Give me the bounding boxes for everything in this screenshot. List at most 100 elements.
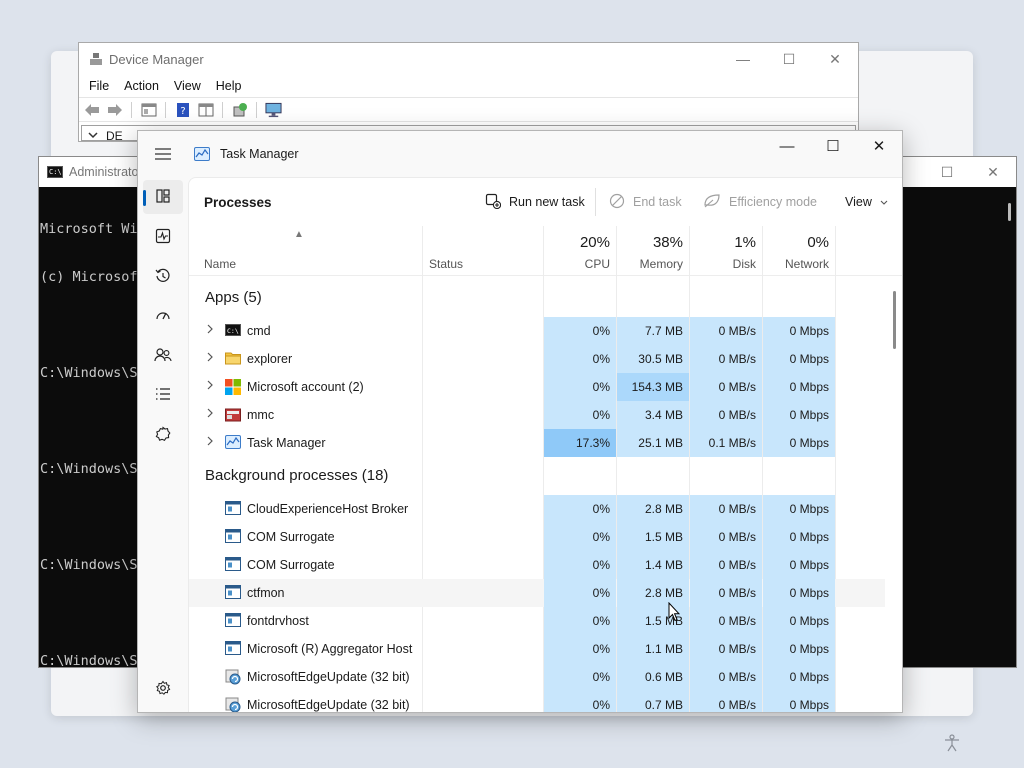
table-row[interactable]: COM Surrogate 0% 1.4 MB 0 MB/s 0 Mbps (189, 551, 885, 579)
column-cpu-label: CPU (584, 257, 610, 271)
chevron-right-icon[interactable] (206, 407, 214, 422)
column-status[interactable]: Status (422, 226, 542, 276)
show-hide-pane-icon[interactable] (197, 102, 214, 118)
tree-root-node[interactable]: DE (88, 129, 123, 143)
process-name: COM Surrogate (247, 558, 335, 572)
tm-maximize-button[interactable]: ☐ (810, 131, 856, 161)
task-manager-icon (194, 147, 210, 161)
menu-help[interactable]: Help (216, 79, 242, 93)
device-manager-window[interactable]: Device Manager — ☐ ✕ File Action View He… (78, 42, 859, 143)
table-row[interactable]: MicrosoftEdgeUpdate (32 bit) 0% 0.6 MB 0 MB… (189, 663, 885, 691)
table-row[interactable]: mmc 0% 3.4 MB 0 MB/s 0 Mbps (189, 401, 885, 429)
table-row[interactable]: fontdrvhost 0% 1.5 MB 0 MB/s 0 Mbps (189, 607, 885, 635)
process-name: cmd (247, 324, 271, 338)
vertical-scrollbar[interactable] (893, 291, 896, 349)
table-row[interactable]: CloudExperienceHost Broker 0% 2.8 MB 0 MB/s… (189, 495, 885, 523)
menu-view[interactable]: View (174, 79, 201, 93)
column-memory[interactable]: 38% Memory (617, 226, 689, 276)
cpu-value: 0% (544, 551, 616, 579)
disk-value: 0 MB/s (690, 691, 762, 712)
properties-view-icon[interactable] (140, 102, 157, 118)
forward-arrow-icon[interactable] (106, 102, 123, 118)
column-status-label: Status (429, 257, 464, 271)
column-name[interactable]: Name (204, 226, 404, 276)
cpu-value: 0% (544, 579, 616, 607)
scan-hardware-icon[interactable] (231, 102, 248, 118)
column-cpu[interactable]: 20% CPU (544, 226, 616, 276)
monitor-icon[interactable] (265, 102, 282, 118)
help-icon[interactable]: ? (174, 102, 191, 118)
services-icon (155, 425, 171, 445)
nav-details[interactable] (143, 378, 183, 412)
tree-root-label: DE (106, 129, 123, 143)
accessibility-icon[interactable] (942, 733, 962, 756)
chevron-right-icon[interactable] (206, 351, 214, 366)
process-icon (225, 585, 241, 601)
tm-minimize-button[interactable]: — (764, 131, 810, 161)
back-arrow-icon[interactable] (83, 102, 100, 118)
table-row[interactable]: COM Surrogate 0% 1.5 MB 0 MB/s 0 Mbps (189, 523, 885, 551)
cmd-title: Administrato (69, 165, 139, 179)
network-value: 0 Mbps (763, 691, 835, 712)
column-disk[interactable]: 1% Disk (690, 226, 762, 276)
page-title: Processes (204, 195, 272, 210)
cmd-maximize-button[interactable]: ☐ (924, 157, 970, 187)
nav-processes[interactable] (143, 180, 183, 214)
memory-value: 1.1 MB (617, 635, 689, 663)
cpu-value: 0% (544, 401, 616, 429)
users-icon (154, 347, 172, 366)
nav-users[interactable] (143, 339, 183, 373)
efficiency-mode-button[interactable]: Efficiency mode (703, 190, 817, 214)
end-task-label: End task (633, 195, 682, 209)
tm-close-button[interactable]: ✕ (856, 131, 902, 161)
menu-file[interactable]: File (89, 79, 109, 93)
chevron-down-icon[interactable] (88, 129, 98, 143)
table-row[interactable]: Microsoft account (2) 0% 154.3 MB 0 MB/s 0 M… (189, 373, 885, 401)
table-row[interactable]: C:\ cmd 0% 7.7 MB 0 MB/s 0 Mbps (189, 317, 885, 345)
task-manager-window[interactable]: Task Manager — ☐ ✕ Processes Run new tas… (137, 130, 903, 713)
cpu-value: 0% (544, 523, 616, 551)
table-row[interactable]: ctfmon 0% 2.8 MB 0 MB/s 0 Mbps (189, 579, 885, 607)
end-task-button[interactable]: End task (609, 190, 682, 214)
network-value: 0 Mbps (763, 401, 835, 429)
column-network[interactable]: 0% Network (763, 226, 835, 276)
nav-services[interactable] (143, 418, 183, 452)
memory-value: 1.4 MB (617, 551, 689, 579)
run-new-task-button[interactable]: Run new task (485, 190, 585, 214)
close-button[interactable]: ✕ (812, 43, 858, 75)
hamburger-menu-icon[interactable] (138, 148, 188, 160)
task-manager-icon (225, 435, 241, 451)
group-header[interactable]: Background processes (18) (205, 467, 388, 484)
menu-action[interactable]: Action (124, 79, 159, 93)
process-name: mmc (247, 408, 275, 422)
cpu-value: 0% (544, 635, 616, 663)
cmd-icon: C:\ (47, 166, 63, 178)
group-header[interactable]: Apps (5) (205, 289, 262, 306)
disk-value: 0 MB/s (690, 495, 762, 523)
cmd-close-button[interactable]: ✕ (970, 157, 1016, 187)
table-row[interactable]: MicrosoftEdgeUpdate (32 bit) 0% 0.7 MB 0 MB… (189, 691, 885, 712)
cmd-scrollbar[interactable] (1008, 203, 1011, 221)
table-row[interactable]: explorer 0% 30.5 MB 0 MB/s 0 Mbps (189, 345, 885, 373)
nav-performance[interactable] (143, 220, 183, 254)
end-task-icon (609, 193, 625, 212)
network-value: 0 Mbps (763, 663, 835, 691)
nav-app-history[interactable] (143, 260, 183, 294)
table-row[interactable]: Microsoft (R) Aggregator Host 0% 1.1 MB 0 M… (189, 635, 885, 663)
table-row[interactable]: Task Manager 17.3% 25.1 MB 0.1 MB/s 0 Mbps (189, 429, 885, 457)
cmd-icon: C:\ (225, 323, 241, 339)
menu-bar: File Action View Help (79, 75, 858, 97)
maximize-button[interactable]: ☐ (766, 43, 812, 75)
process-name: ctfmon (247, 586, 285, 600)
disk-value: 0 MB/s (690, 607, 762, 635)
chevron-right-icon[interactable] (206, 379, 214, 394)
column-name-label: Name (204, 257, 237, 271)
network-value: 0 Mbps (763, 429, 835, 457)
chevron-right-icon[interactable] (206, 323, 214, 338)
chevron-right-icon[interactable] (206, 435, 214, 450)
view-menu-button[interactable]: View (845, 190, 888, 214)
minimize-button[interactable]: — (720, 43, 766, 75)
folder-icon (225, 351, 241, 367)
nav-startup-apps[interactable] (143, 299, 183, 333)
nav-settings[interactable] (143, 672, 183, 706)
